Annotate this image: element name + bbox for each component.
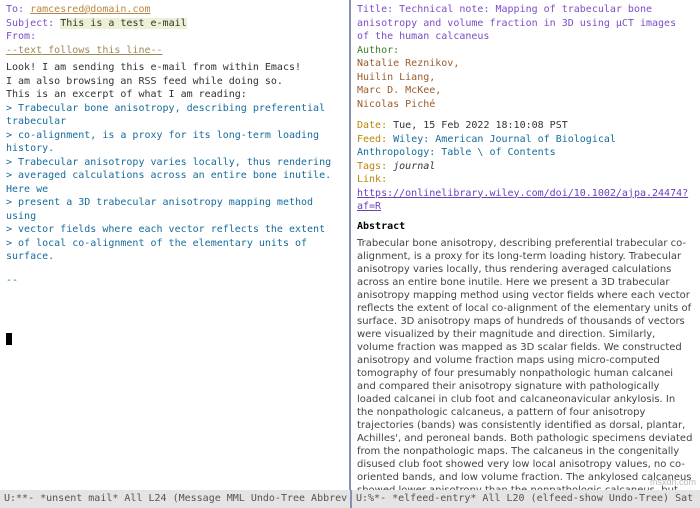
link-label: Link: <box>357 174 387 185</box>
author-name: Huilin Liang, <box>357 71 694 85</box>
sig-dashes: -- <box>6 274 343 288</box>
entry-link: Link: https://onlinelibrary.wiley.com/do… <box>357 173 694 214</box>
entry-author: Author: <box>357 44 694 58</box>
abstract-body: Trabecular bone anisotropy, describing p… <box>357 237 694 490</box>
feed-value: Wiley: American Journal of Biological An… <box>357 134 616 159</box>
quote-line[interactable]: > present a 3D trabecular anisotropy map… <box>6 196 343 223</box>
feed-label: Feed: <box>357 134 387 145</box>
body-line[interactable]: This is an excerpt of what I am reading: <box>6 88 343 102</box>
subject-label: Subject: <box>6 18 54 29</box>
author-name: Nicolas Piché <box>357 98 694 112</box>
author-label: Author: <box>357 45 399 56</box>
watermark: msxdn.com <box>650 476 696 488</box>
author-name: Natalie Reznikov, <box>357 57 694 71</box>
subject-value[interactable]: This is a test e-mail <box>60 18 186 29</box>
quote-line[interactable]: > Trabecular anisotropy varies locally, … <box>6 156 343 170</box>
quote-line[interactable]: > Trabecular bone anisotropy, describing… <box>6 102 343 129</box>
quote-line[interactable]: > vector fields where each vector reflec… <box>6 223 343 237</box>
from-header[interactable]: From: <box>6 30 343 44</box>
tags-label: Tags: <box>357 161 387 172</box>
signature-redacted <box>6 287 343 333</box>
entry-date: Date: Tue, 15 Feb 2022 18:10:08 PST <box>357 119 694 133</box>
title-label: Title: <box>357 4 393 15</box>
elfeed-entry-buffer[interactable]: Title: Technical note: Mapping of trabec… <box>351 0 700 490</box>
header-body-separator: --text follows this line-- <box>6 44 343 58</box>
from-value <box>42 31 199 42</box>
to-label: To: <box>6 4 24 15</box>
modeline-right[interactable]: U:%*- *elfeed-entry* All L20 (elfeed-sho… <box>350 490 700 508</box>
abstract-heading: Abstract <box>357 220 694 234</box>
date-value: Tue, 15 Feb 2022 18:10:08 PST <box>393 120 568 131</box>
body-line[interactable]: I am also browsing an RSS feed while doi… <box>6 75 343 89</box>
author-name: Marc D. McKee, <box>357 84 694 98</box>
modeline-left[interactable]: U:**- *unsent mail* All L24 (Message MML… <box>0 490 350 508</box>
to-value[interactable]: ramcesred@domain.com <box>30 4 150 15</box>
link-url[interactable]: https://onlinelibrary.wiley.com/doi/10.1… <box>357 188 688 213</box>
quote-line[interactable]: > of local co-alignment of the elementar… <box>6 237 343 264</box>
from-label: From: <box>6 31 36 42</box>
tags-value: journal <box>393 161 435 172</box>
quote-line[interactable]: > averaged calculations across an entire… <box>6 169 343 196</box>
body-line[interactable]: Look! I am sending this e-mail from with… <box>6 61 343 75</box>
entry-tags: Tags: journal <box>357 160 694 174</box>
quote-line[interactable]: > co-alignment, is a proxy for its long-… <box>6 129 343 156</box>
entry-title: Title: Technical note: Mapping of trabec… <box>357 3 694 44</box>
subject-header[interactable]: Subject: This is a test e-mail <box>6 17 343 31</box>
title-value: Technical note: Mapping of trabecular bo… <box>357 4 676 42</box>
modeline-row: U:**- *unsent mail* All L24 (Message MML… <box>0 490 700 508</box>
emacs-frame: To: ramcesred@domain.com Subject: This i… <box>0 0 700 508</box>
to-header[interactable]: To: ramcesred@domain.com <box>6 3 343 17</box>
date-label: Date: <box>357 120 387 131</box>
entry-feed: Feed: Wiley: American Journal of Biologi… <box>357 133 694 160</box>
point-cursor <box>6 333 343 347</box>
mail-compose-buffer[interactable]: To: ramcesred@domain.com Subject: This i… <box>0 0 349 490</box>
